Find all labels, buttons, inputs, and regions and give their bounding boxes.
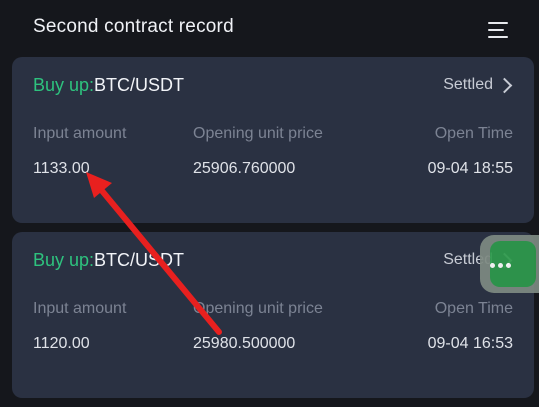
annotation-arrow xyxy=(86,172,222,335)
arrow-shaft-icon xyxy=(95,183,222,335)
